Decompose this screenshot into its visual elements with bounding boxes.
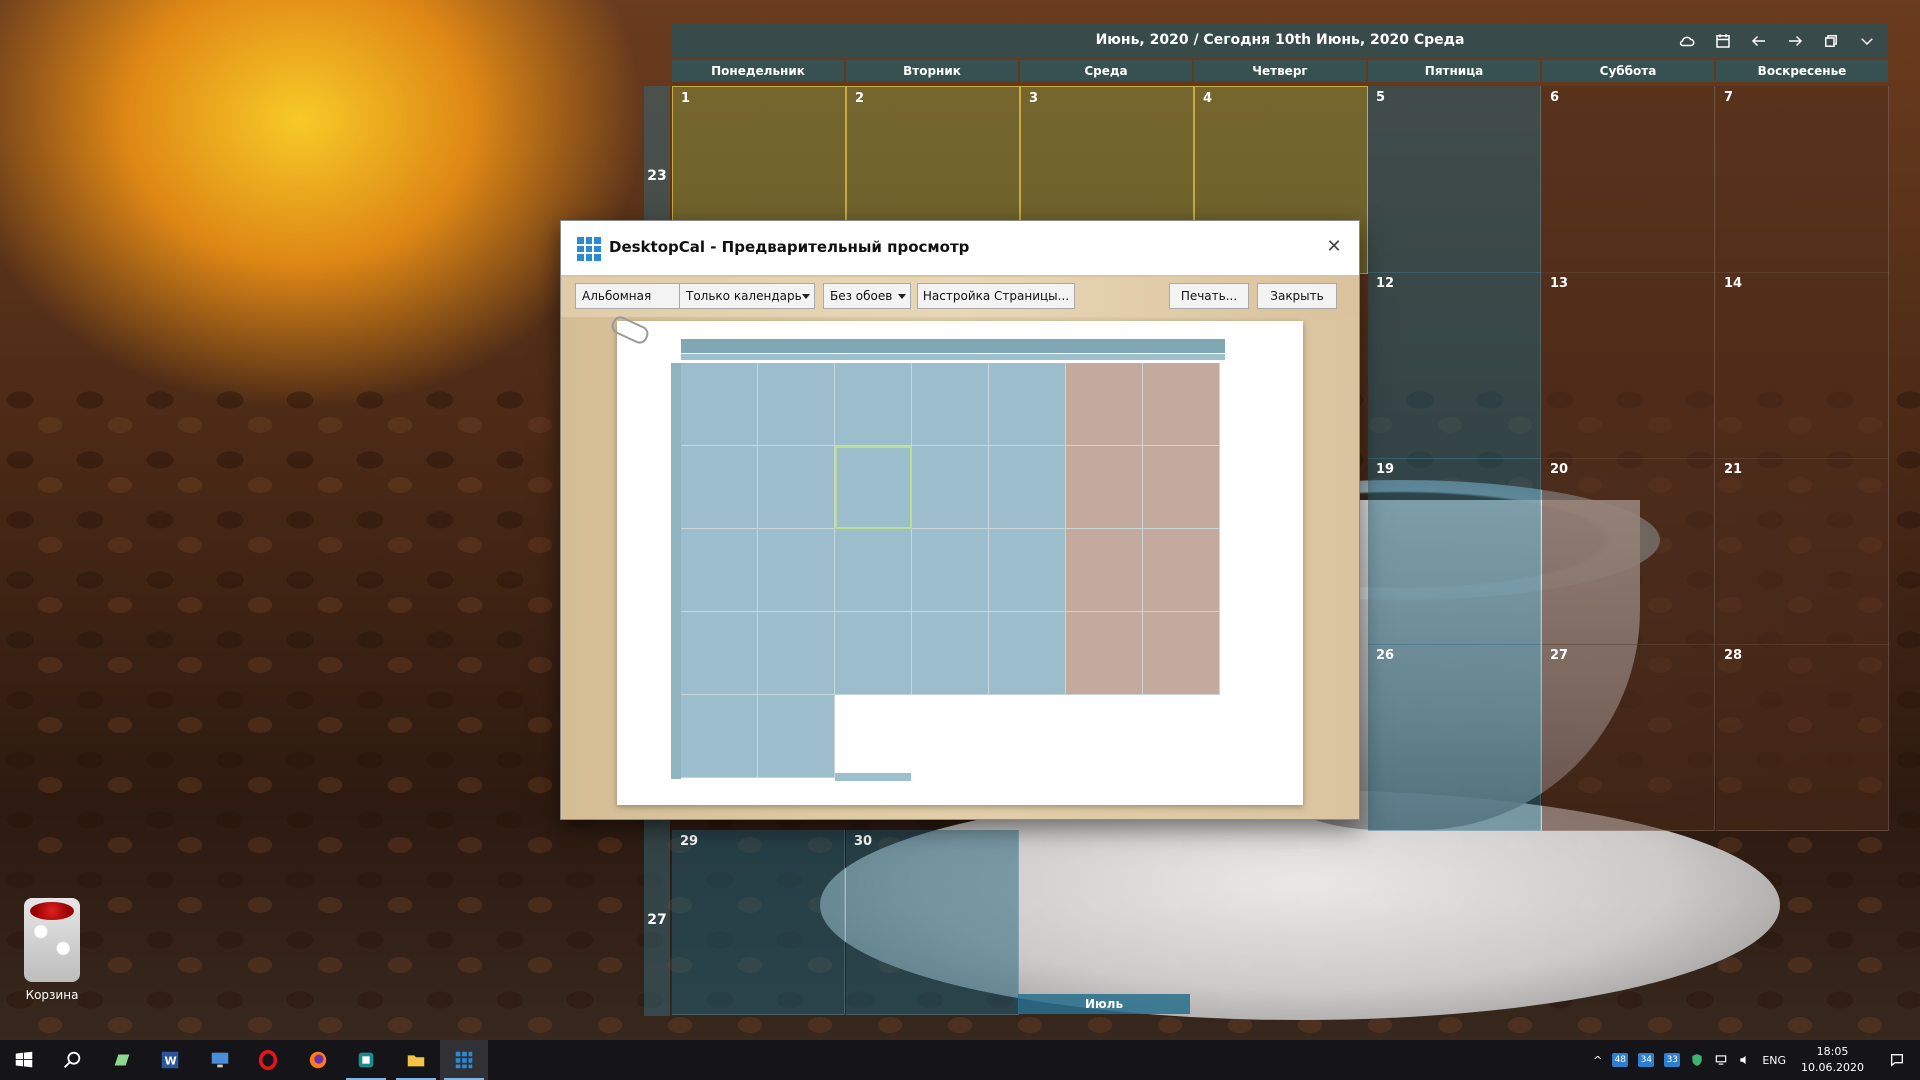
desktopcal-logo-icon	[577, 237, 601, 261]
day-cell[interactable]: 29	[672, 830, 845, 1015]
explorer-icon[interactable]	[392, 1040, 440, 1080]
day-cell[interactable]: 28	[1716, 644, 1889, 831]
word-icon[interactable]: W	[146, 1040, 194, 1080]
desktopcal-icon[interactable]	[440, 1040, 488, 1080]
tray-badge[interactable]: 33	[1664, 1053, 1681, 1067]
chevron-down-icon	[802, 294, 810, 299]
content-select[interactable]: Только календарь	[679, 283, 815, 309]
opera-icon[interactable]	[244, 1040, 292, 1080]
weekday-wednesday: Среда	[1020, 60, 1192, 82]
clock-time: 18:05	[1816, 1045, 1849, 1058]
day-cell[interactable]: 14	[1716, 272, 1889, 459]
language-indicator[interactable]: ENG	[1757, 1054, 1791, 1067]
day-cell[interactable]: 26	[1368, 644, 1541, 831]
next-month-label[interactable]: Июль	[1018, 994, 1190, 1014]
day-cell[interactable]: 27	[1542, 644, 1715, 831]
close-button[interactable]: Закрыть	[1257, 283, 1337, 309]
firefox-icon[interactable]	[294, 1040, 342, 1080]
windows-start-icon[interactable]	[0, 1040, 48, 1080]
recycle-bin-label: Корзина	[25, 988, 79, 1002]
weekday-sunday: Воскресенье	[1716, 60, 1888, 82]
monitor-icon[interactable]	[196, 1040, 244, 1080]
svg-text:W: W	[165, 1055, 177, 1068]
network-icon[interactable]	[1709, 1053, 1733, 1067]
search-icon[interactable]	[48, 1040, 96, 1080]
recycle-bin-shortcut[interactable]: Корзина	[12, 898, 92, 1002]
week-number: 27	[647, 912, 667, 928]
app-icon[interactable]	[342, 1040, 390, 1080]
arrow-right-icon[interactable]	[1782, 29, 1808, 53]
print-preview-dialog: DesktopCal - Предварительный просмотр ✕ …	[560, 220, 1360, 820]
print-button[interactable]: Печать...	[1169, 283, 1249, 309]
tray-badge[interactable]: 34	[1638, 1053, 1655, 1067]
calendar-header: Июнь, 2020 / Сегодня 10th Июнь, 2020 Сре…	[672, 24, 1888, 58]
clock-date: 10.06.2020	[1801, 1061, 1864, 1074]
dialog-title: DesktopCal - Предварительный просмотр	[609, 238, 970, 256]
weekday-thursday: Четверг	[1194, 60, 1366, 82]
preview-page	[608, 313, 1303, 805]
chevron-down-icon	[898, 294, 906, 299]
preview-area	[561, 313, 1359, 819]
chevron-down-icon[interactable]	[1854, 29, 1880, 53]
day-cell[interactable]: 21	[1716, 458, 1889, 645]
day-cell[interactable]: 19	[1368, 458, 1541, 645]
dialog-titlebar: DesktopCal - Предварительный просмотр ✕	[561, 221, 1359, 275]
shield-icon[interactable]	[1685, 1053, 1709, 1067]
dialog-toolbar: Альбомная Только календарь Без обоев Нас…	[561, 277, 1359, 317]
page-setup-button[interactable]: Настройка Страницы...	[917, 283, 1075, 309]
system-tray: ^ 48 34 33 ENG 18:05 10.06.2020	[1588, 1040, 1920, 1080]
arrow-left-icon[interactable]	[1746, 29, 1772, 53]
notification-icon[interactable]	[1874, 1052, 1920, 1068]
calendar-icon[interactable]	[1710, 29, 1736, 53]
paperclip-icon	[608, 313, 652, 347]
weekday-friday: Пятница	[1368, 60, 1540, 82]
day-cell[interactable]: 12	[1368, 272, 1541, 459]
wallpaper-select[interactable]: Без обоев	[823, 283, 911, 309]
day-cell[interactable]: 6	[1542, 86, 1715, 273]
restore-window-icon[interactable]	[1818, 29, 1844, 53]
day-cell[interactable]: 30	[846, 830, 1019, 1015]
tray-badge[interactable]: 48	[1612, 1053, 1629, 1067]
day-cell[interactable]: 7	[1716, 86, 1889, 273]
cloud-icon[interactable]	[1674, 29, 1700, 53]
weekday-saturday: Суббота	[1542, 60, 1714, 82]
recycle-bin-icon	[24, 898, 80, 982]
notepad-icon[interactable]	[98, 1040, 146, 1080]
weekday-monday: Понедельник	[672, 60, 844, 82]
week-number: 23	[647, 168, 667, 184]
clock[interactable]: 18:05 10.06.2020	[1791, 1044, 1874, 1076]
day-cell[interactable]: 13	[1542, 272, 1715, 459]
taskbar: W ^ 48 34 33 ENG 18:05 10.06.2020	[0, 1040, 1920, 1080]
volume-icon[interactable]	[1733, 1053, 1757, 1067]
close-icon[interactable]: ✕	[1319, 231, 1349, 261]
day-cell[interactable]: 5	[1368, 86, 1541, 273]
chevron-up-icon[interactable]: ^	[1588, 1054, 1607, 1067]
weekday-tuesday: Вторник	[846, 60, 1018, 82]
day-cell[interactable]: 20	[1542, 458, 1715, 645]
weekday-header-row: Понедельник Вторник Среда Четверг Пятниц…	[672, 60, 1888, 82]
